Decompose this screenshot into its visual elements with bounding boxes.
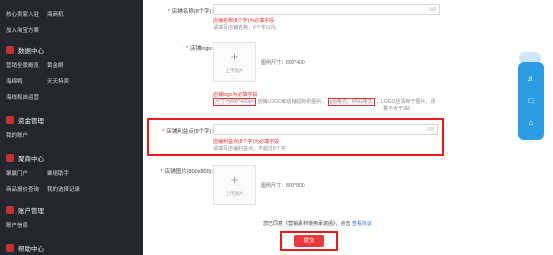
store-name-input[interactable]: 0/8 bbox=[213, 4, 440, 15]
store-name-hint: 请填写店铺名称，8个字以内 bbox=[213, 25, 276, 31]
logo-size-note: 图例尺寸：800*400 bbox=[261, 60, 305, 66]
sidebar-item-daily-sale[interactable]: 天天特卖 bbox=[47, 77, 69, 85]
store-slogan-counter: 0/8 bbox=[427, 127, 434, 133]
images-upload-box[interactable]: + 上传图片 bbox=[213, 165, 256, 205]
section-title: 数据中心 bbox=[18, 48, 44, 55]
store-name-label: * 店铺名称(8个字): bbox=[167, 9, 213, 15]
logo-hint-text: 店铺LOGO和店铺招标的图片， bbox=[257, 99, 327, 105]
sidebar-section-account[interactable]: 账户管理 bbox=[6, 205, 44, 215]
sidebar-item-ju-portal[interactable]: 聚赢门户 bbox=[6, 169, 28, 177]
account-icon bbox=[6, 206, 14, 214]
data-center-icon bbox=[6, 46, 14, 54]
section-title: 账户管理 bbox=[18, 208, 44, 215]
images-size-note: 图例尺寸：800*800 bbox=[261, 183, 305, 189]
store-images-label: * 店铺图片(800x800): bbox=[160, 169, 213, 175]
section-title: 帮助中心 bbox=[18, 246, 44, 253]
chat-icon[interactable]: □ bbox=[526, 96, 536, 106]
logo-upload-box[interactable]: + 上传图片 bbox=[213, 42, 256, 82]
help-icon bbox=[6, 244, 14, 252]
sidebar-item-join-plan[interactable]: 加入淘宝方案 bbox=[6, 26, 39, 34]
store-logo-label: * 店铺logo: bbox=[185, 46, 213, 52]
section-title: 资金管理 bbox=[18, 118, 44, 125]
sidebar-item-account-info[interactable]: 账户信息 bbox=[6, 221, 28, 229]
sidebar-section-data-center[interactable]: 数据中心 bbox=[6, 45, 44, 55]
agreement-line: 您已同意《营销素材使用承诺函》，点击 查看协议 bbox=[263, 220, 372, 227]
sidebar-item-my-account[interactable]: 我的账户 bbox=[6, 131, 28, 139]
section-title: 聚商中心 bbox=[18, 156, 44, 163]
sidebar-section-funds[interactable]: 资金管理 bbox=[6, 115, 44, 125]
sidebar-section-ju-center[interactable]: 聚商中心 bbox=[6, 153, 44, 163]
plus-icon: + bbox=[230, 49, 239, 64]
store-info-form: * 店铺名称(8个字): 0/8 店铺名称(8个字)为必填字段 请填写店铺名称，8… bbox=[143, 0, 543, 255]
ju-center-icon bbox=[6, 154, 14, 162]
sidebar-item-selection-record[interactable]: 我的选择记录 bbox=[47, 185, 80, 193]
sidebar-item-opportunity[interactable]: 海商机 bbox=[47, 10, 64, 18]
logo-hint-line2: 量不大于3M bbox=[383, 106, 410, 112]
plus-icon: + bbox=[230, 172, 239, 187]
sidebar-item-price-query[interactable]: 商品报价查询 bbox=[6, 185, 39, 193]
upload-text: 上传图片 bbox=[225, 68, 244, 73]
sidebar-item-core-seller[interactable]: 核心卖家入驻 bbox=[6, 10, 39, 18]
sidebar-section-help[interactable]: 帮助中心 bbox=[6, 243, 44, 253]
sidebar-item-sponge-duck[interactable]: 海绵鸭 bbox=[6, 77, 23, 85]
store-slogan-error: 店铺利益点(8个字)为必填字段 bbox=[213, 139, 280, 145]
home-icon[interactable]: ⌂ bbox=[526, 118, 536, 128]
sidebar-item-marketing-overview[interactable]: 营销全景概览 bbox=[6, 61, 39, 69]
funds-icon bbox=[6, 116, 14, 124]
sidebar: 核心卖家入驻 海商机 加入淘宝方案 数据中心 营销全景概览 黄金眼 海绵鸭 天天… bbox=[0, 0, 143, 255]
store-name-counter: 0/8 bbox=[429, 7, 436, 13]
store-logo-error: 店铺logo为必填字段 bbox=[213, 92, 258, 98]
store-slogan-hint: 请填写店铺利益点，不超过8个字 bbox=[213, 146, 286, 152]
sidebar-item-golden-eye[interactable]: 黄金眼 bbox=[47, 61, 64, 69]
store-name-error: 店铺名称(8个字)为必填字段 bbox=[213, 18, 275, 24]
view-agreement-link[interactable]: 查看协议 bbox=[352, 221, 372, 227]
submit-button[interactable]: 提交 bbox=[294, 235, 324, 247]
sidebar-item-self-operation[interactable]: 海线和自运营 bbox=[6, 93, 39, 101]
store-slogan-input[interactable]: 0/8 bbox=[213, 124, 438, 135]
upload-text: 上传图片 bbox=[225, 191, 244, 196]
floating-toolbar: ♬ □ ⌂ bbox=[518, 62, 544, 140]
sidebar-item-ju-assistant[interactable]: 聚组助手 bbox=[47, 169, 69, 177]
bell-icon[interactable]: ♬ bbox=[526, 74, 536, 84]
logo-hint-format-box: jpg格式，PNG格式 bbox=[328, 98, 375, 106]
agreement-text: 您已同意《营销素材使用承诺函》，点击 bbox=[263, 221, 351, 227]
store-slogan-label: * 店铺利益点(8个字): bbox=[162, 129, 213, 135]
logo-hint-size-box: 尺寸为800*400px bbox=[213, 98, 256, 106]
logo-hint-line: 尺寸为800*400px 店铺LOGO和店铺招标的图片， jpg格式，PNG格式… bbox=[213, 98, 436, 106]
